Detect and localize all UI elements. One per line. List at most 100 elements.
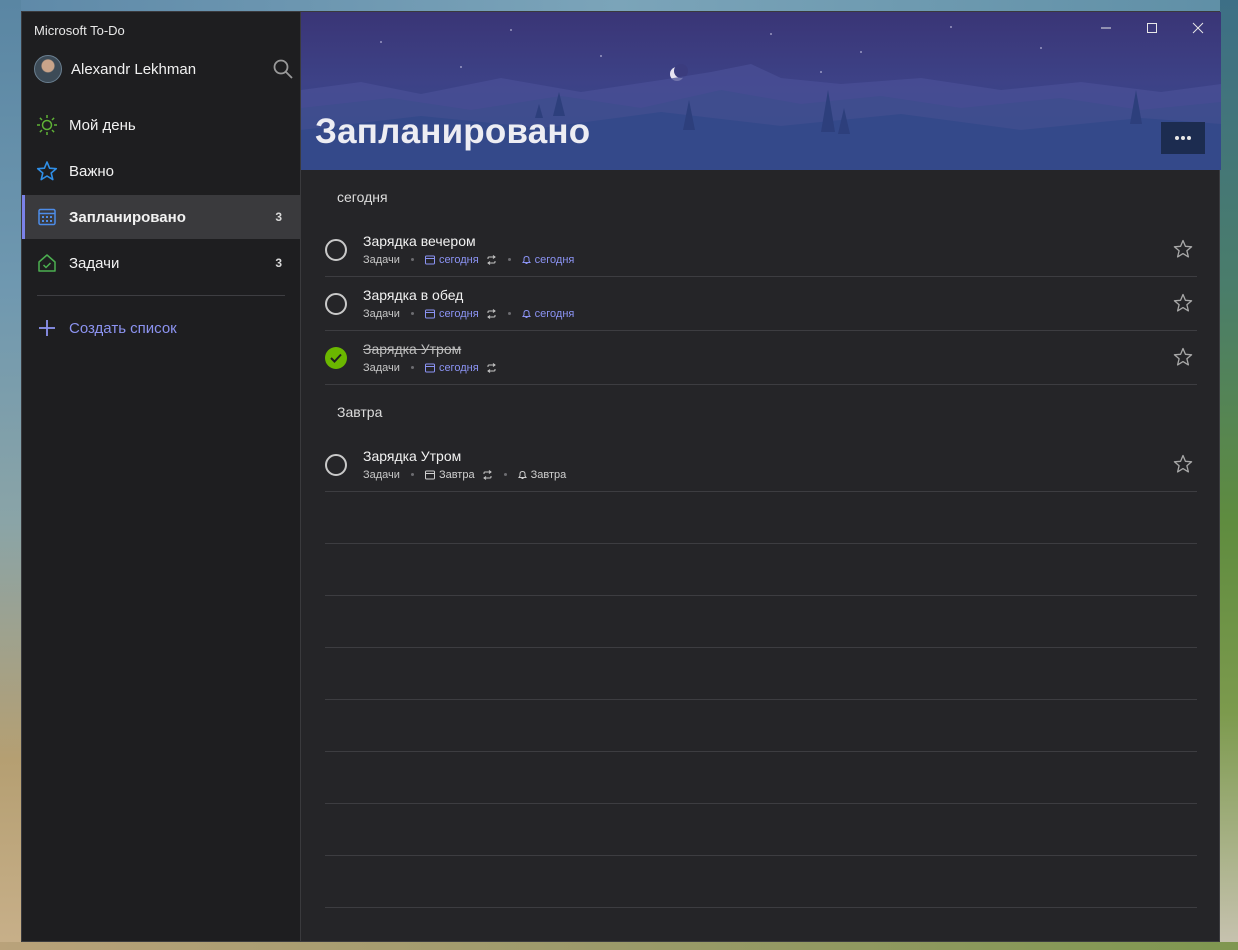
- task-due-date: сегодня: [424, 253, 479, 266]
- sidebar-item-label: Запланировано: [69, 208, 186, 226]
- task-due-label: Завтра: [438, 468, 475, 481]
- empty-row: [325, 492, 1197, 544]
- task-reminder-label: сегодня: [534, 253, 575, 266]
- minimize-button[interactable]: [1083, 12, 1129, 44]
- search-icon[interactable]: [272, 58, 294, 80]
- desktop-background-top: [0, 0, 1238, 11]
- star-icon[interactable]: [1173, 293, 1193, 313]
- star-icon[interactable]: [1173, 347, 1193, 367]
- meta-separator: [410, 366, 414, 369]
- more-options-button[interactable]: [1161, 122, 1205, 154]
- sidebar-item-planned[interactable]: Запланировано 3: [22, 195, 301, 239]
- calendar-icon: [424, 363, 435, 372]
- calendar-icon: [424, 255, 435, 264]
- repeat-icon: [486, 254, 496, 265]
- more-icon: [1175, 136, 1191, 140]
- user-name: Alexandr Lekhman: [71, 60, 197, 78]
- task-reminder-label: Завтра: [530, 468, 567, 481]
- empty-row: [325, 596, 1197, 648]
- task-due-label: сегодня: [438, 361, 479, 374]
- sidebar-item-my-day[interactable]: Мой день: [22, 103, 301, 147]
- task-list-name: Задачи: [363, 468, 400, 481]
- desktop-background-bottom: [0, 942, 1238, 950]
- bell-icon: [517, 470, 527, 479]
- task-title: Зарядка вечером: [363, 232, 476, 249]
- maximize-button[interactable]: [1129, 12, 1175, 44]
- sun-icon: [36, 114, 58, 136]
- task-title: Зарядка в обед: [363, 286, 464, 303]
- meta-separator: [410, 258, 414, 261]
- plus-icon: [36, 317, 58, 339]
- star-icon[interactable]: [1173, 454, 1193, 474]
- task-list-name: Задачи: [363, 253, 400, 266]
- meta-separator: [507, 258, 511, 261]
- task-body[interactable]: Зарядка Утром Задачи сегодня: [363, 341, 497, 375]
- list-header: Запланировано: [301, 12, 1221, 170]
- meta-separator: [410, 312, 414, 315]
- task-title: Зарядка Утром: [363, 340, 462, 357]
- empty-row: [325, 544, 1197, 596]
- sidebar: Microsoft To-Do Alexandr Lekhman Мой ден…: [22, 12, 301, 941]
- sidebar-nav: Мой день Важно Запланировано 3 Задачи 3: [22, 103, 301, 287]
- calendar-icon: [424, 309, 435, 318]
- user-profile[interactable]: Alexandr Lekhman: [34, 54, 294, 84]
- sidebar-item-label: Задачи: [69, 254, 120, 272]
- task-body[interactable]: Зарядка вечером Задачи сегодня сегодня: [363, 233, 574, 267]
- sidebar-item-label: Мой день: [69, 116, 136, 134]
- repeat-icon: [482, 469, 492, 480]
- task-due-date: Завтра: [424, 468, 475, 481]
- create-list-label: Создать список: [69, 319, 177, 337]
- task-item[interactable]: Зарядка Утром Задачи сегодня: [325, 331, 1197, 385]
- task-checkbox[interactable]: [325, 292, 347, 315]
- checkmark-icon: [330, 353, 342, 363]
- task-body[interactable]: Зарядка в обед Задачи сегодня сегодня: [363, 287, 574, 321]
- section-header-tomorrow: Завтра: [337, 403, 383, 420]
- task-body[interactable]: Зарядка Утром Задачи Завтра Завтра: [363, 448, 566, 482]
- desktop-background-right: [1220, 0, 1238, 950]
- app-window: Microsoft To-Do Alexandr Lekhman Мой ден…: [21, 11, 1221, 942]
- close-button[interactable]: [1175, 12, 1221, 44]
- section-header-today: сегодня: [337, 188, 388, 205]
- task-checkbox-checked[interactable]: [325, 346, 347, 369]
- task-meta: Задачи Завтра Завтра: [363, 468, 566, 482]
- empty-row: [325, 700, 1197, 752]
- task-reminder: сегодня: [521, 307, 575, 320]
- calendar-icon: [424, 470, 435, 479]
- window-controls: [1083, 12, 1221, 44]
- task-list-name: Задачи: [363, 361, 400, 374]
- task-list-name: Задачи: [363, 307, 400, 320]
- task-checkbox[interactable]: [325, 453, 347, 476]
- empty-row: [325, 752, 1197, 804]
- task-item[interactable]: Зарядка вечером Задачи сегодня сегодня: [325, 223, 1197, 277]
- task-reminder: сегодня: [521, 253, 575, 266]
- calendar-icon: [36, 206, 58, 228]
- sidebar-divider: [37, 295, 285, 296]
- star-icon[interactable]: [1173, 239, 1193, 259]
- task-meta: Задачи сегодня сегодня: [363, 307, 574, 321]
- sidebar-item-important[interactable]: Важно: [22, 149, 301, 193]
- avatar: [34, 55, 62, 83]
- sidebar-item-count: 3: [275, 210, 282, 224]
- task-reminder-label: сегодня: [534, 307, 575, 320]
- task-due-label: сегодня: [438, 253, 479, 266]
- create-list-button[interactable]: Создать список: [36, 316, 177, 340]
- star-icon: [36, 160, 58, 182]
- task-item[interactable]: Зарядка в обед Задачи сегодня сегодня: [325, 277, 1197, 331]
- empty-row: [325, 856, 1197, 908]
- meta-separator: [410, 473, 414, 476]
- empty-row: [325, 804, 1197, 856]
- task-item[interactable]: Зарядка Утром Задачи Завтра Завтра: [325, 438, 1197, 492]
- bell-icon: [521, 255, 531, 264]
- task-reminder: Завтра: [517, 468, 567, 481]
- meta-separator: [507, 312, 511, 315]
- sidebar-item-count: 3: [275, 256, 282, 270]
- task-list: сегодня Зарядка вечером Задачи сегодня с…: [325, 170, 1197, 908]
- sidebar-item-tasks[interactable]: Задачи 3: [22, 241, 301, 285]
- bell-icon: [521, 309, 531, 318]
- minimize-icon: [1101, 27, 1111, 29]
- repeat-icon: [486, 308, 496, 319]
- task-title: Зарядка Утром: [363, 447, 462, 464]
- desktop-background-left: [0, 0, 21, 950]
- close-icon: [1192, 22, 1204, 34]
- task-checkbox[interactable]: [325, 238, 347, 261]
